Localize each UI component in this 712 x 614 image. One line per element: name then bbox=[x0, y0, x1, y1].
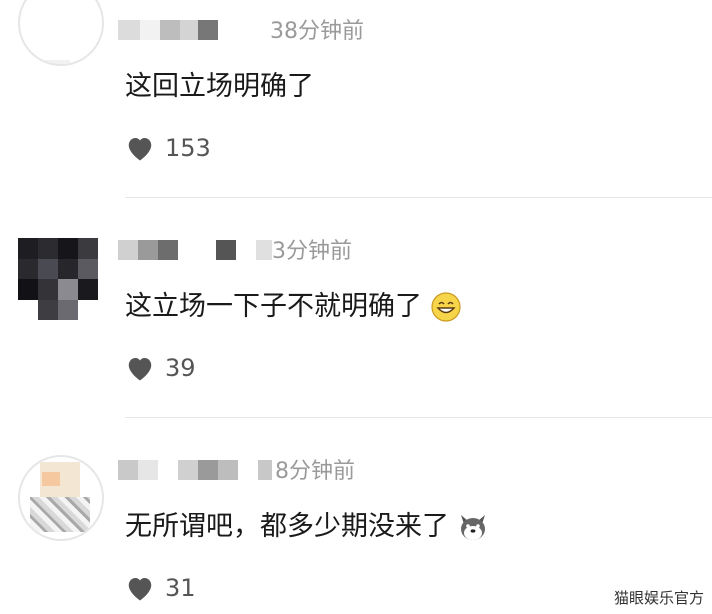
divider bbox=[125, 417, 712, 418]
like-count: 153 bbox=[165, 134, 211, 162]
username-pixelated[interactable] bbox=[118, 240, 272, 260]
comment-time: 8分钟前 bbox=[275, 459, 355, 484]
comment-time: 38分钟前 bbox=[270, 19, 364, 44]
username-pixelated[interactable] bbox=[118, 460, 272, 480]
watermark: 猫眼娱乐官方 bbox=[613, 589, 704, 607]
like-button[interactable]: 39 bbox=[125, 354, 196, 382]
comment-text: 无所谓吧，都多少期没来了 bbox=[125, 510, 489, 544]
comment-text-content: 这立场一下子不就明确了 bbox=[125, 291, 422, 322]
comment-time: 3分钟前 bbox=[272, 239, 352, 264]
like-button[interactable]: 31 bbox=[125, 574, 196, 602]
avatar[interactable] bbox=[18, 455, 104, 541]
heart-icon bbox=[128, 578, 152, 601]
comment-text: 这回立场明确了 bbox=[125, 71, 314, 102]
grinning-face-emoji-icon bbox=[431, 292, 461, 322]
like-count: 39 bbox=[165, 354, 196, 382]
dog-face-emoji-icon bbox=[461, 515, 485, 540]
username-pixelated[interactable] bbox=[118, 20, 218, 40]
comment-text: 这立场一下子不就明确了 bbox=[125, 290, 462, 324]
comment-text-content: 无所谓吧，都多少期没来了 bbox=[125, 511, 449, 542]
like-count: 31 bbox=[165, 574, 196, 602]
divider bbox=[125, 197, 712, 198]
like-button[interactable]: 153 bbox=[125, 134, 211, 162]
avatar[interactable] bbox=[18, 238, 98, 320]
avatar[interactable] bbox=[18, 0, 104, 66]
heart-icon bbox=[128, 138, 152, 161]
heart-icon bbox=[128, 358, 152, 381]
